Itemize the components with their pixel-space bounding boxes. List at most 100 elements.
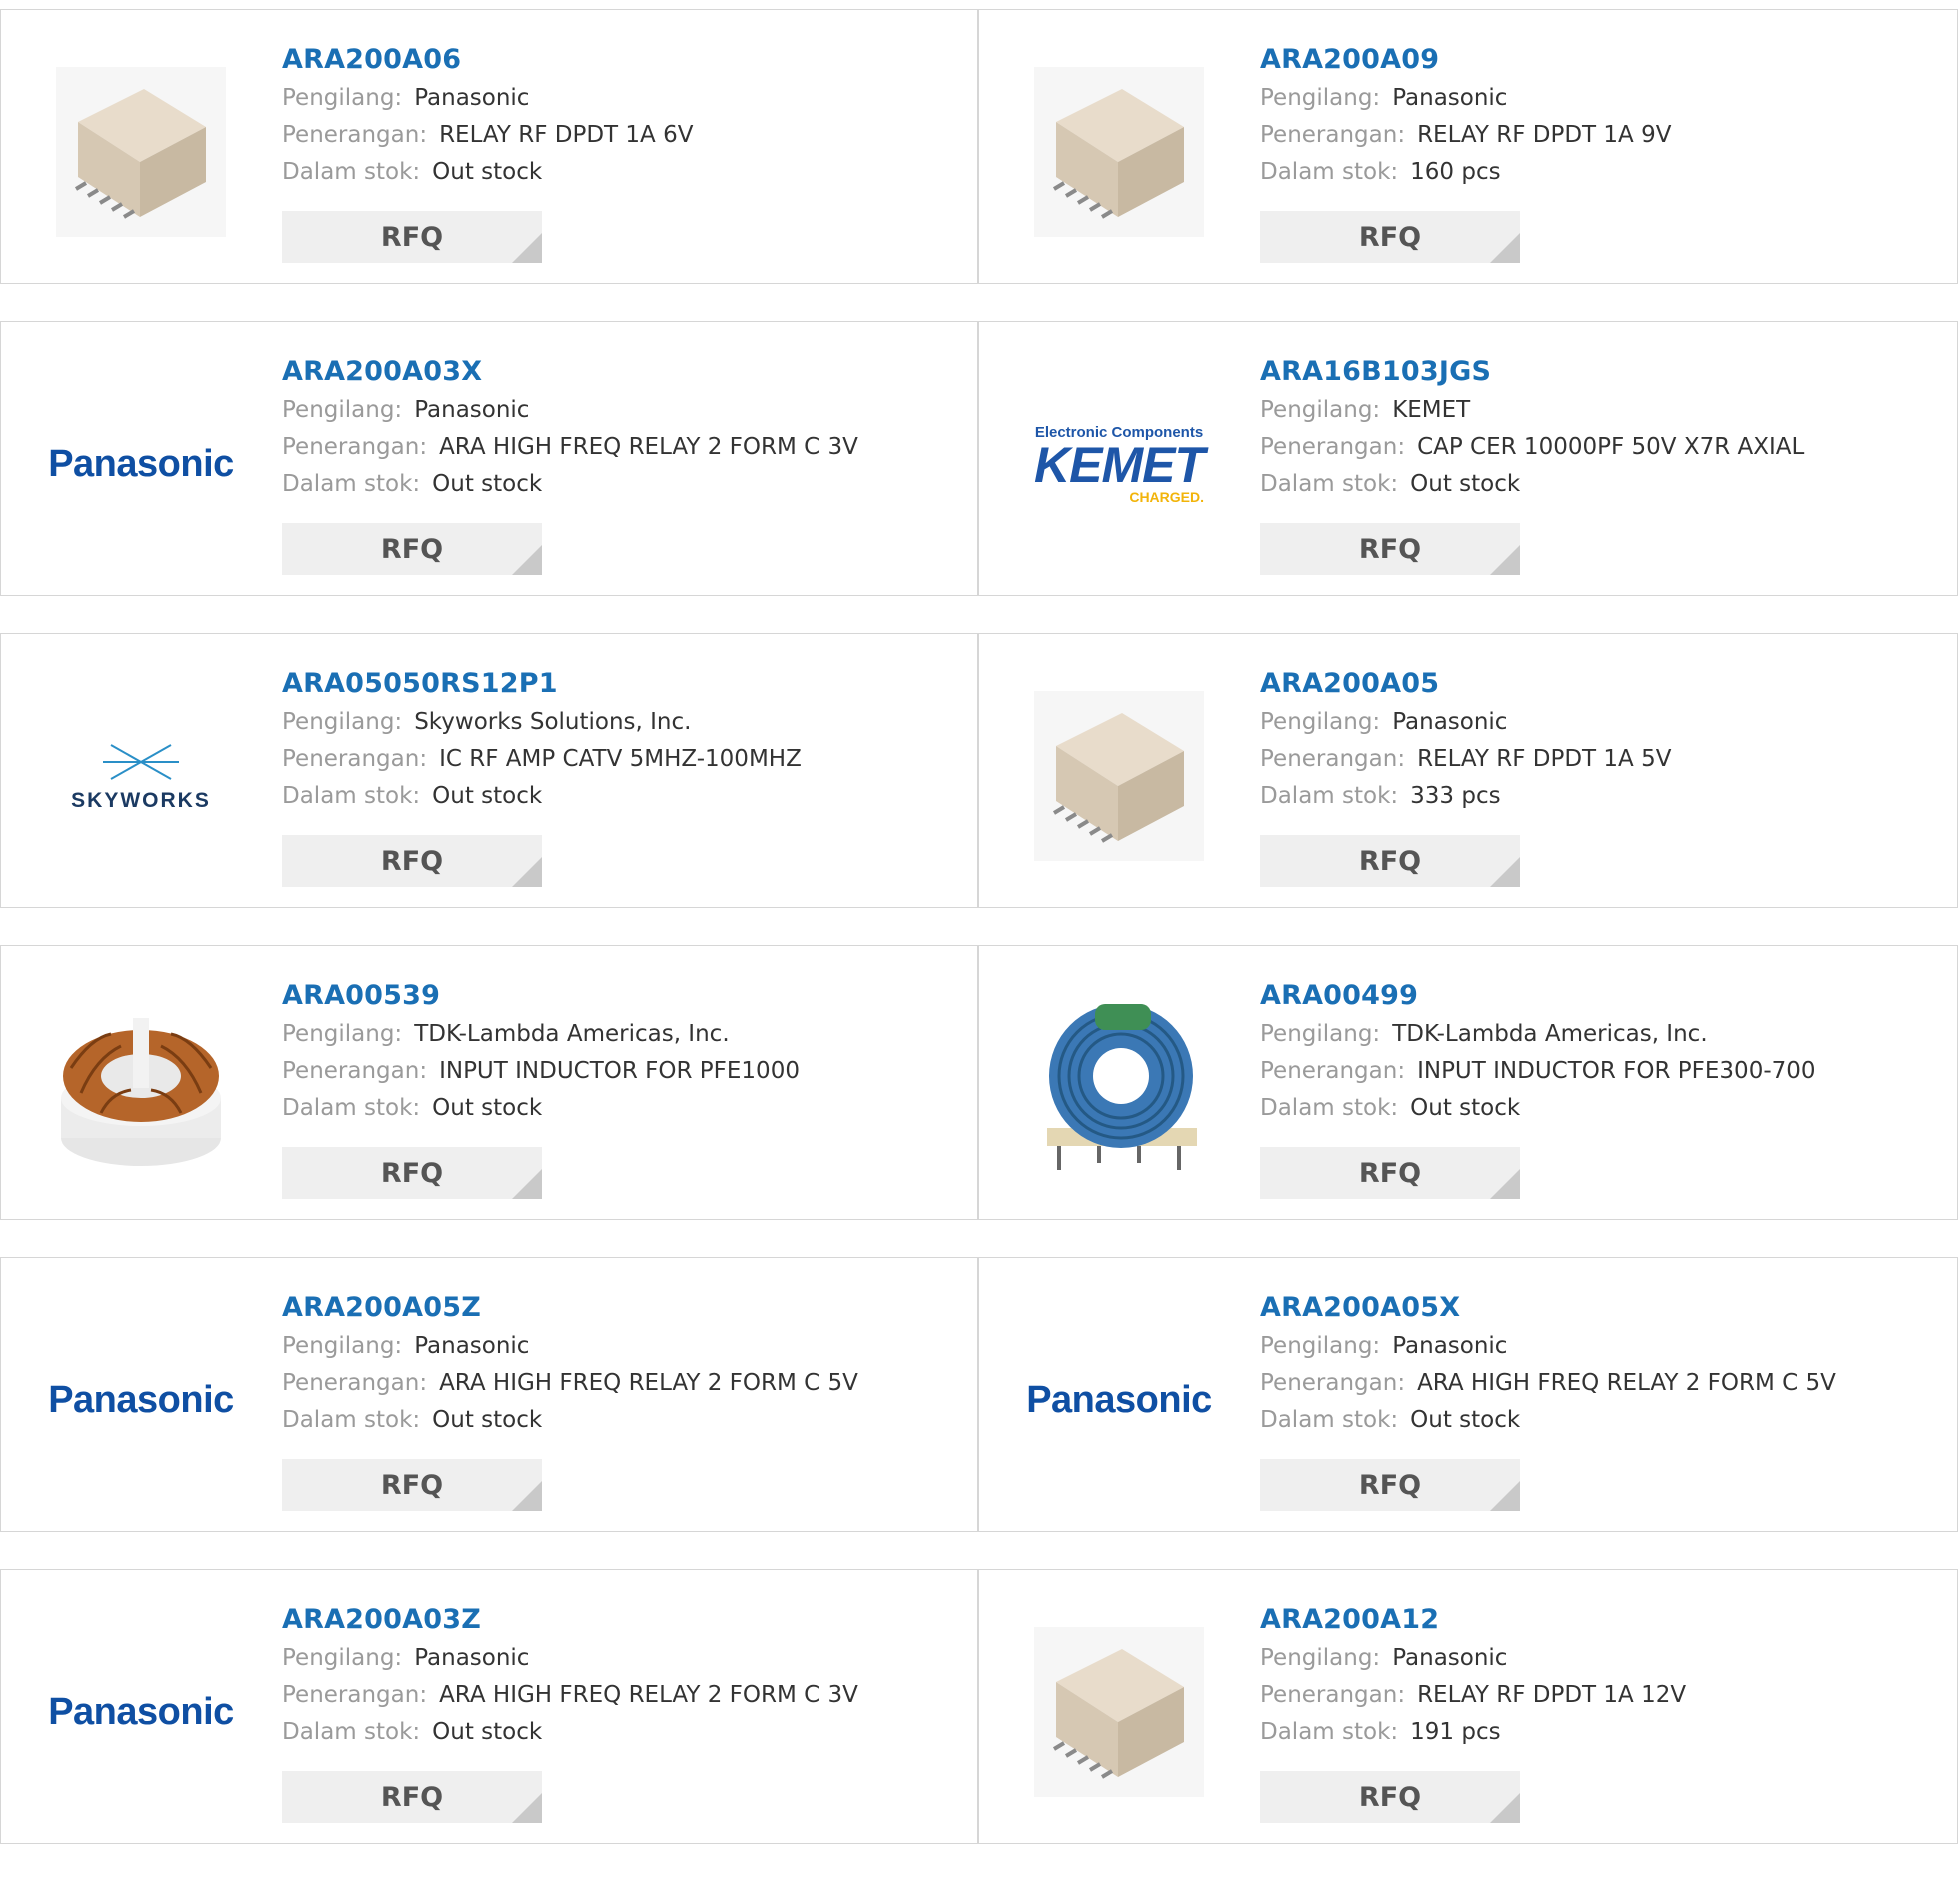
product-card: SKYWORKS ARA05050RS12P1 Pengilang: Skywor… [0, 633, 978, 908]
product-part-link[interactable]: ARA16B103JGS [1260, 352, 1804, 392]
rfq-button[interactable]: RFQ [282, 211, 542, 263]
product-row: ARA200A06 Pengilang: Panasonic Penerangan… [0, 9, 1958, 284]
product-image[interactable]: Panasonic [39, 362, 243, 566]
manufacturer-row: Pengilang: Panasonic [1260, 1640, 1686, 1677]
corner-decoration [1490, 857, 1520, 887]
rfq-button[interactable]: RFQ [282, 1147, 542, 1199]
manufacturer-label: Pengilang: [282, 397, 403, 423]
product-image[interactable] [1017, 50, 1221, 254]
product-part-link[interactable]: ARA200A05 [1260, 664, 1671, 704]
product-part-link[interactable]: ARA00539 [282, 976, 800, 1016]
rfq-label: RFQ [1358, 845, 1422, 877]
manufacturer-label: Pengilang: [282, 709, 403, 735]
rfq-button[interactable]: RFQ [1260, 1459, 1520, 1511]
description-label: Penerangan: [282, 1370, 428, 1396]
rfq-button[interactable]: RFQ [282, 1771, 542, 1823]
rfq-label: RFQ [380, 1157, 444, 1189]
relay-icon [1034, 67, 1204, 237]
manufacturer-row: Pengilang: KEMET [1260, 392, 1804, 429]
corner-decoration [512, 1481, 542, 1511]
stock-value: Out stock [432, 471, 543, 497]
description-label: Penerangan: [1260, 1682, 1406, 1708]
description-value: INPUT INDUCTOR FOR PFE1000 [439, 1058, 800, 1084]
product-part-link[interactable]: ARA200A03X [282, 352, 858, 392]
product-image[interactable]: Electronic Components KEMET CHARGED. [1017, 362, 1221, 566]
corner-decoration [1490, 1793, 1520, 1823]
product-image[interactable]: Panasonic [39, 1298, 243, 1502]
description-value: CAP CER 10000PF 50V X7R AXIAL [1417, 434, 1805, 460]
product-image[interactable] [1017, 986, 1221, 1190]
stock-row: Dalam stok: Out stock [282, 1402, 858, 1439]
description-row: Penerangan: ARA HIGH FREQ RELAY 2 FORM C … [282, 1677, 858, 1714]
product-part-link[interactable]: ARA00499 [1260, 976, 1816, 1016]
product-part-link[interactable]: ARA200A03Z [282, 1600, 858, 1640]
description-value: RELAY RF DPDT 1A 9V [1417, 122, 1672, 148]
stock-value: 191 pcs [1410, 1719, 1501, 1745]
manufacturer-row: Pengilang: Panasonic [1260, 704, 1671, 741]
product-card: ARA00539 Pengilang: TDK-Lambda Americas, … [0, 945, 978, 1220]
panasonic-logo: Panasonic [48, 442, 234, 485]
manufacturer-label: Pengilang: [282, 1333, 403, 1359]
relay-icon [1034, 1627, 1204, 1797]
rfq-button[interactable]: RFQ [1260, 1147, 1520, 1199]
description-value: ARA HIGH FREQ RELAY 2 FORM C 3V [439, 434, 858, 460]
product-part-link[interactable]: ARA05050RS12P1 [282, 664, 802, 704]
product-card: ARA200A12 Pengilang: Panasonic Penerangan… [978, 1569, 1958, 1844]
product-image[interactable]: SKYWORKS [39, 674, 243, 878]
stock-label: Dalam stok: [1260, 471, 1399, 497]
rfq-button[interactable]: RFQ [282, 1459, 542, 1511]
product-part-link[interactable]: ARA200A06 [282, 40, 693, 80]
product-part-link[interactable]: ARA200A05Z [282, 1288, 858, 1328]
rfq-button[interactable]: RFQ [282, 835, 542, 887]
stock-row: Dalam stok: Out stock [282, 154, 693, 191]
product-image[interactable] [1017, 1610, 1221, 1814]
product-image[interactable] [1017, 674, 1221, 878]
product-image[interactable]: Panasonic [39, 1610, 243, 1814]
product-part-link[interactable]: ARA200A12 [1260, 1600, 1686, 1640]
manufacturer-row: Pengilang: Panasonic [282, 1640, 858, 1677]
product-info: ARA16B103JGS Pengilang: KEMET Penerangan:… [1260, 352, 1804, 503]
manufacturer-label: Pengilang: [1260, 709, 1381, 735]
rfq-label: RFQ [380, 533, 444, 565]
product-info: ARA200A05Z Pengilang: Panasonic Peneranga… [282, 1288, 858, 1439]
description-value: RELAY RF DPDT 1A 5V [1417, 746, 1672, 772]
description-value: ARA HIGH FREQ RELAY 2 FORM C 5V [439, 1370, 858, 1396]
description-value: ARA HIGH FREQ RELAY 2 FORM C 5V [1417, 1370, 1836, 1396]
stock-label: Dalam stok: [282, 1719, 421, 1745]
stock-value: 160 pcs [1410, 159, 1501, 185]
description-value: IC RF AMP CATV 5MHZ-100MHZ [439, 746, 802, 772]
corner-decoration [512, 1793, 542, 1823]
description-value: RELAY RF DPDT 1A 6V [439, 122, 694, 148]
product-info: ARA200A05X Pengilang: Panasonic Peneranga… [1260, 1288, 1836, 1439]
description-row: Penerangan: CAP CER 10000PF 50V X7R AXIAL [1260, 429, 1804, 466]
product-info: ARA00499 Pengilang: TDK-Lambda Americas, … [1260, 976, 1816, 1127]
stock-label: Dalam stok: [1260, 783, 1399, 809]
stock-label: Dalam stok: [1260, 1719, 1399, 1745]
product-info: ARA200A12 Pengilang: Panasonic Penerangan… [1260, 1600, 1686, 1751]
description-label: Penerangan: [1260, 1370, 1406, 1396]
description-row: Penerangan: INPUT INDUCTOR FOR PFE300-700 [1260, 1053, 1816, 1090]
product-part-link[interactable]: ARA200A05X [1260, 1288, 1836, 1328]
stock-row: Dalam stok: 333 pcs [1260, 778, 1671, 815]
product-image[interactable] [39, 986, 243, 1190]
rfq-label: RFQ [380, 1781, 444, 1813]
corner-decoration [1490, 545, 1520, 575]
manufacturer-value: Panasonic [1392, 709, 1508, 735]
corner-decoration [512, 1169, 542, 1199]
rfq-button[interactable]: RFQ [1260, 523, 1520, 575]
rfq-button[interactable]: RFQ [1260, 1771, 1520, 1823]
rfq-label: RFQ [380, 221, 444, 253]
product-part-link[interactable]: ARA200A09 [1260, 40, 1671, 80]
product-image[interactable]: Panasonic [1017, 1298, 1221, 1502]
stock-value: Out stock [432, 1407, 543, 1433]
rfq-button[interactable]: RFQ [1260, 211, 1520, 263]
product-image[interactable] [39, 50, 243, 254]
manufacturer-value: Panasonic [414, 1333, 530, 1359]
stock-value: Out stock [1410, 471, 1521, 497]
corner-decoration [512, 857, 542, 887]
product-row: Panasonic ARA200A03Z Pengilang: Panasonic… [0, 1569, 1958, 1844]
rfq-button[interactable]: RFQ [1260, 835, 1520, 887]
rfq-button[interactable]: RFQ [282, 523, 542, 575]
manufacturer-row: Pengilang: Skyworks Solutions, Inc. [282, 704, 802, 741]
stock-value: Out stock [432, 1095, 543, 1121]
